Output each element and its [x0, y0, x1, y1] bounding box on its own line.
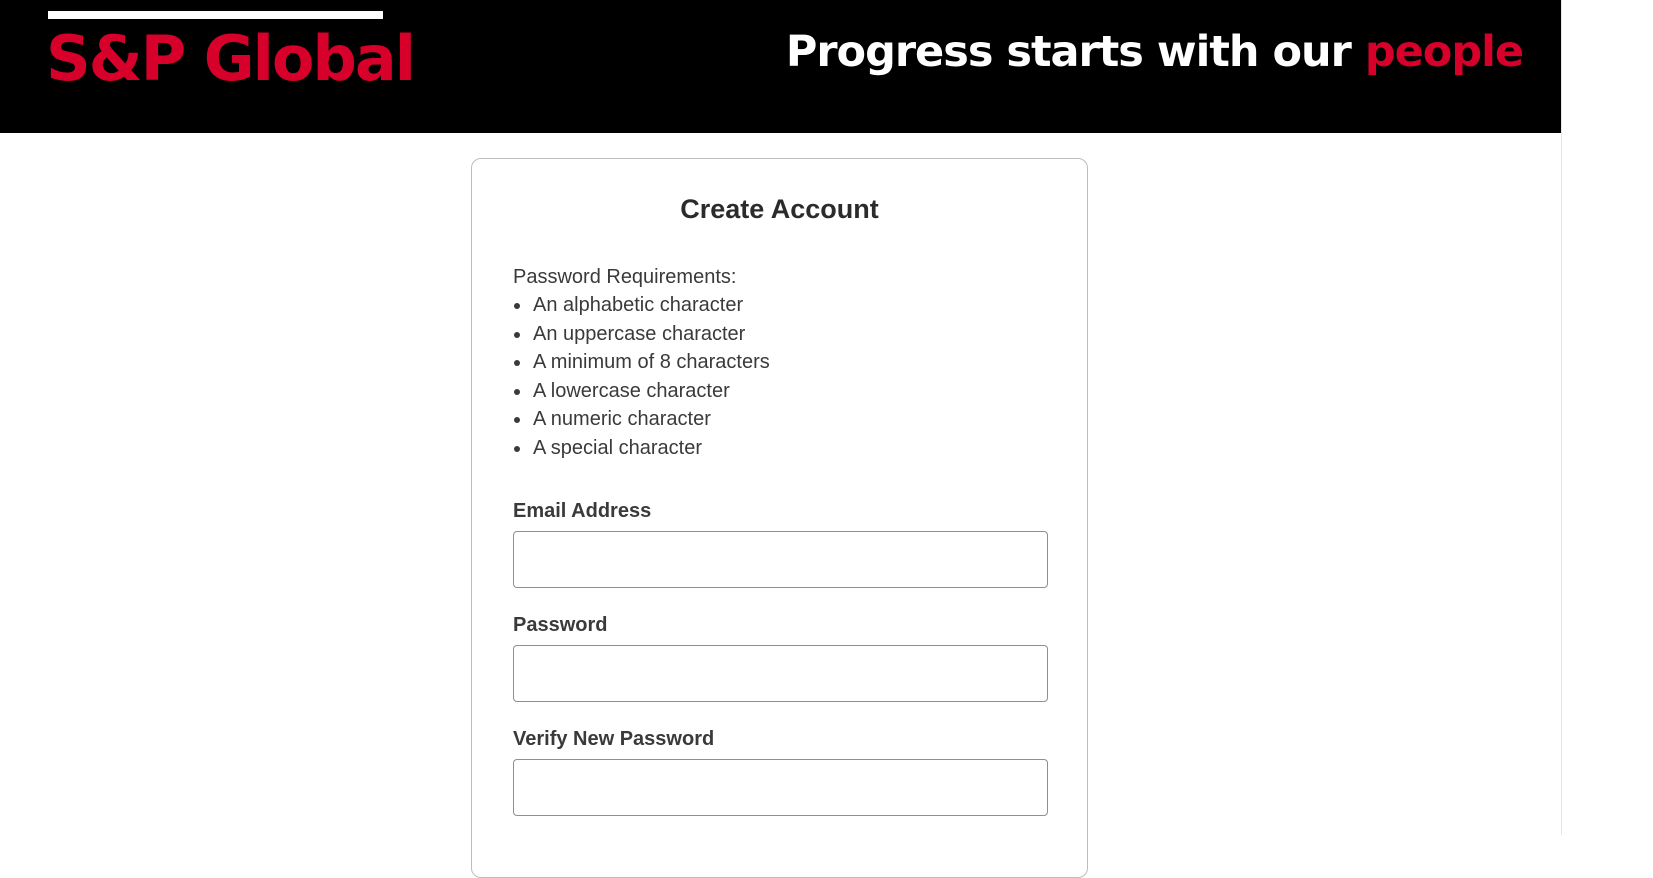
header-tagline: Progress starts with our people	[785, 24, 1524, 80]
password-field[interactable]	[513, 645, 1048, 702]
requirement-item: A lowercase character	[513, 377, 770, 406]
logo-bar	[48, 11, 383, 19]
password-requirements-list: An alphabetic character An uppercase cha…	[513, 291, 770, 463]
tagline-accent: people	[1364, 27, 1524, 77]
page-edge-divider	[1561, 0, 1562, 835]
verify-password-label: Verify New Password	[513, 728, 715, 750]
sp-global-logo: S&P Global	[46, 22, 416, 95]
requirement-item: A minimum of 8 characters	[513, 348, 770, 377]
requirement-item: A special character	[513, 434, 770, 463]
verify-password-field[interactable]	[513, 759, 1048, 816]
password-requirements-heading: Password Requirements:	[513, 266, 737, 288]
requirement-item: A numeric character	[513, 405, 770, 434]
requirement-item: An uppercase character	[513, 320, 770, 349]
email-field[interactable]	[513, 531, 1048, 588]
header-banner: S&P Global Progress starts with our peop…	[0, 0, 1561, 133]
password-label: Password	[513, 614, 608, 636]
page-title: Create Account	[680, 194, 879, 224]
tagline-main: Progress starts with our	[785, 27, 1352, 77]
email-label: Email Address	[513, 500, 652, 522]
requirement-item: An alphabetic character	[513, 291, 770, 320]
create-account-card: Create Account Password Requirements: An…	[471, 158, 1088, 878]
